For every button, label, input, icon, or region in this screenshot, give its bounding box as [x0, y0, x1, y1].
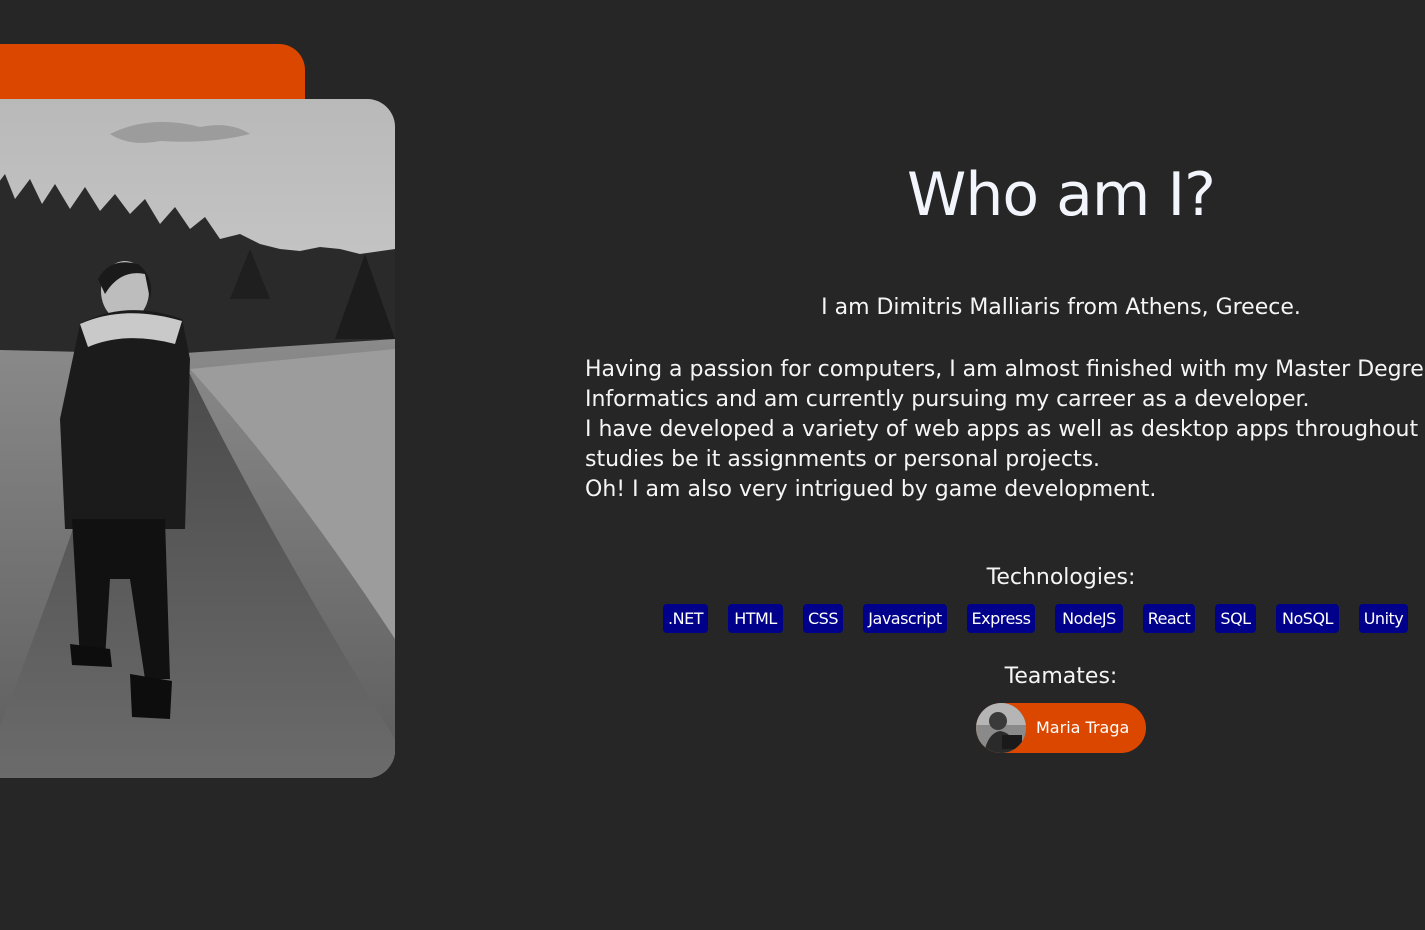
intro-text: I am Dimitris Malliaris from Athens, Gre…	[821, 295, 1301, 320]
bio-line: I have developed a variety of web apps a…	[585, 417, 1425, 442]
tech-tag-css: CSS	[803, 604, 843, 633]
profile-photo	[0, 99, 395, 778]
bio-line: Informatics and am currently pursuing my…	[585, 387, 1310, 412]
tech-tag-html: HTML	[728, 604, 783, 633]
tech-tag-nodejs: NodeJS	[1055, 604, 1123, 633]
technology-tag-list: .NET HTML CSS Javascript Express NodeJS …	[0, 604, 1425, 634]
bio-paragraph: Having a passion for computers, I am alm…	[585, 355, 1425, 505]
bio-line: Oh! I am also very intrigued by game dev…	[585, 477, 1157, 502]
tech-tag-dotnet: .NET	[663, 604, 708, 633]
teammates-heading: Teamates:	[1004, 664, 1118, 689]
teammate-avatar	[976, 703, 1026, 753]
tech-tag-react: React	[1143, 604, 1195, 633]
tech-tag-express: Express	[967, 604, 1035, 633]
page-title: Who am I?	[907, 160, 1216, 230]
tech-tag-sql: SQL	[1215, 604, 1256, 633]
technologies-heading: Technologies:	[986, 565, 1136, 590]
tech-tag-nosql: NoSQL	[1276, 604, 1339, 633]
tech-tag-javascript: Javascript	[863, 604, 947, 633]
tech-tag-unity: Unity	[1359, 604, 1408, 633]
accent-tab	[0, 44, 305, 104]
bio-line: studies be it assignments or personal pr…	[585, 447, 1101, 472]
bio-line: Having a passion for computers, I am alm…	[585, 357, 1425, 382]
about-page: Who am I? I am Dimitris Malliaris from A…	[0, 0, 1425, 930]
teammate-chip[interactable]: Maria Traga	[976, 703, 1146, 753]
teammate-name: Maria Traga	[1036, 718, 1130, 737]
